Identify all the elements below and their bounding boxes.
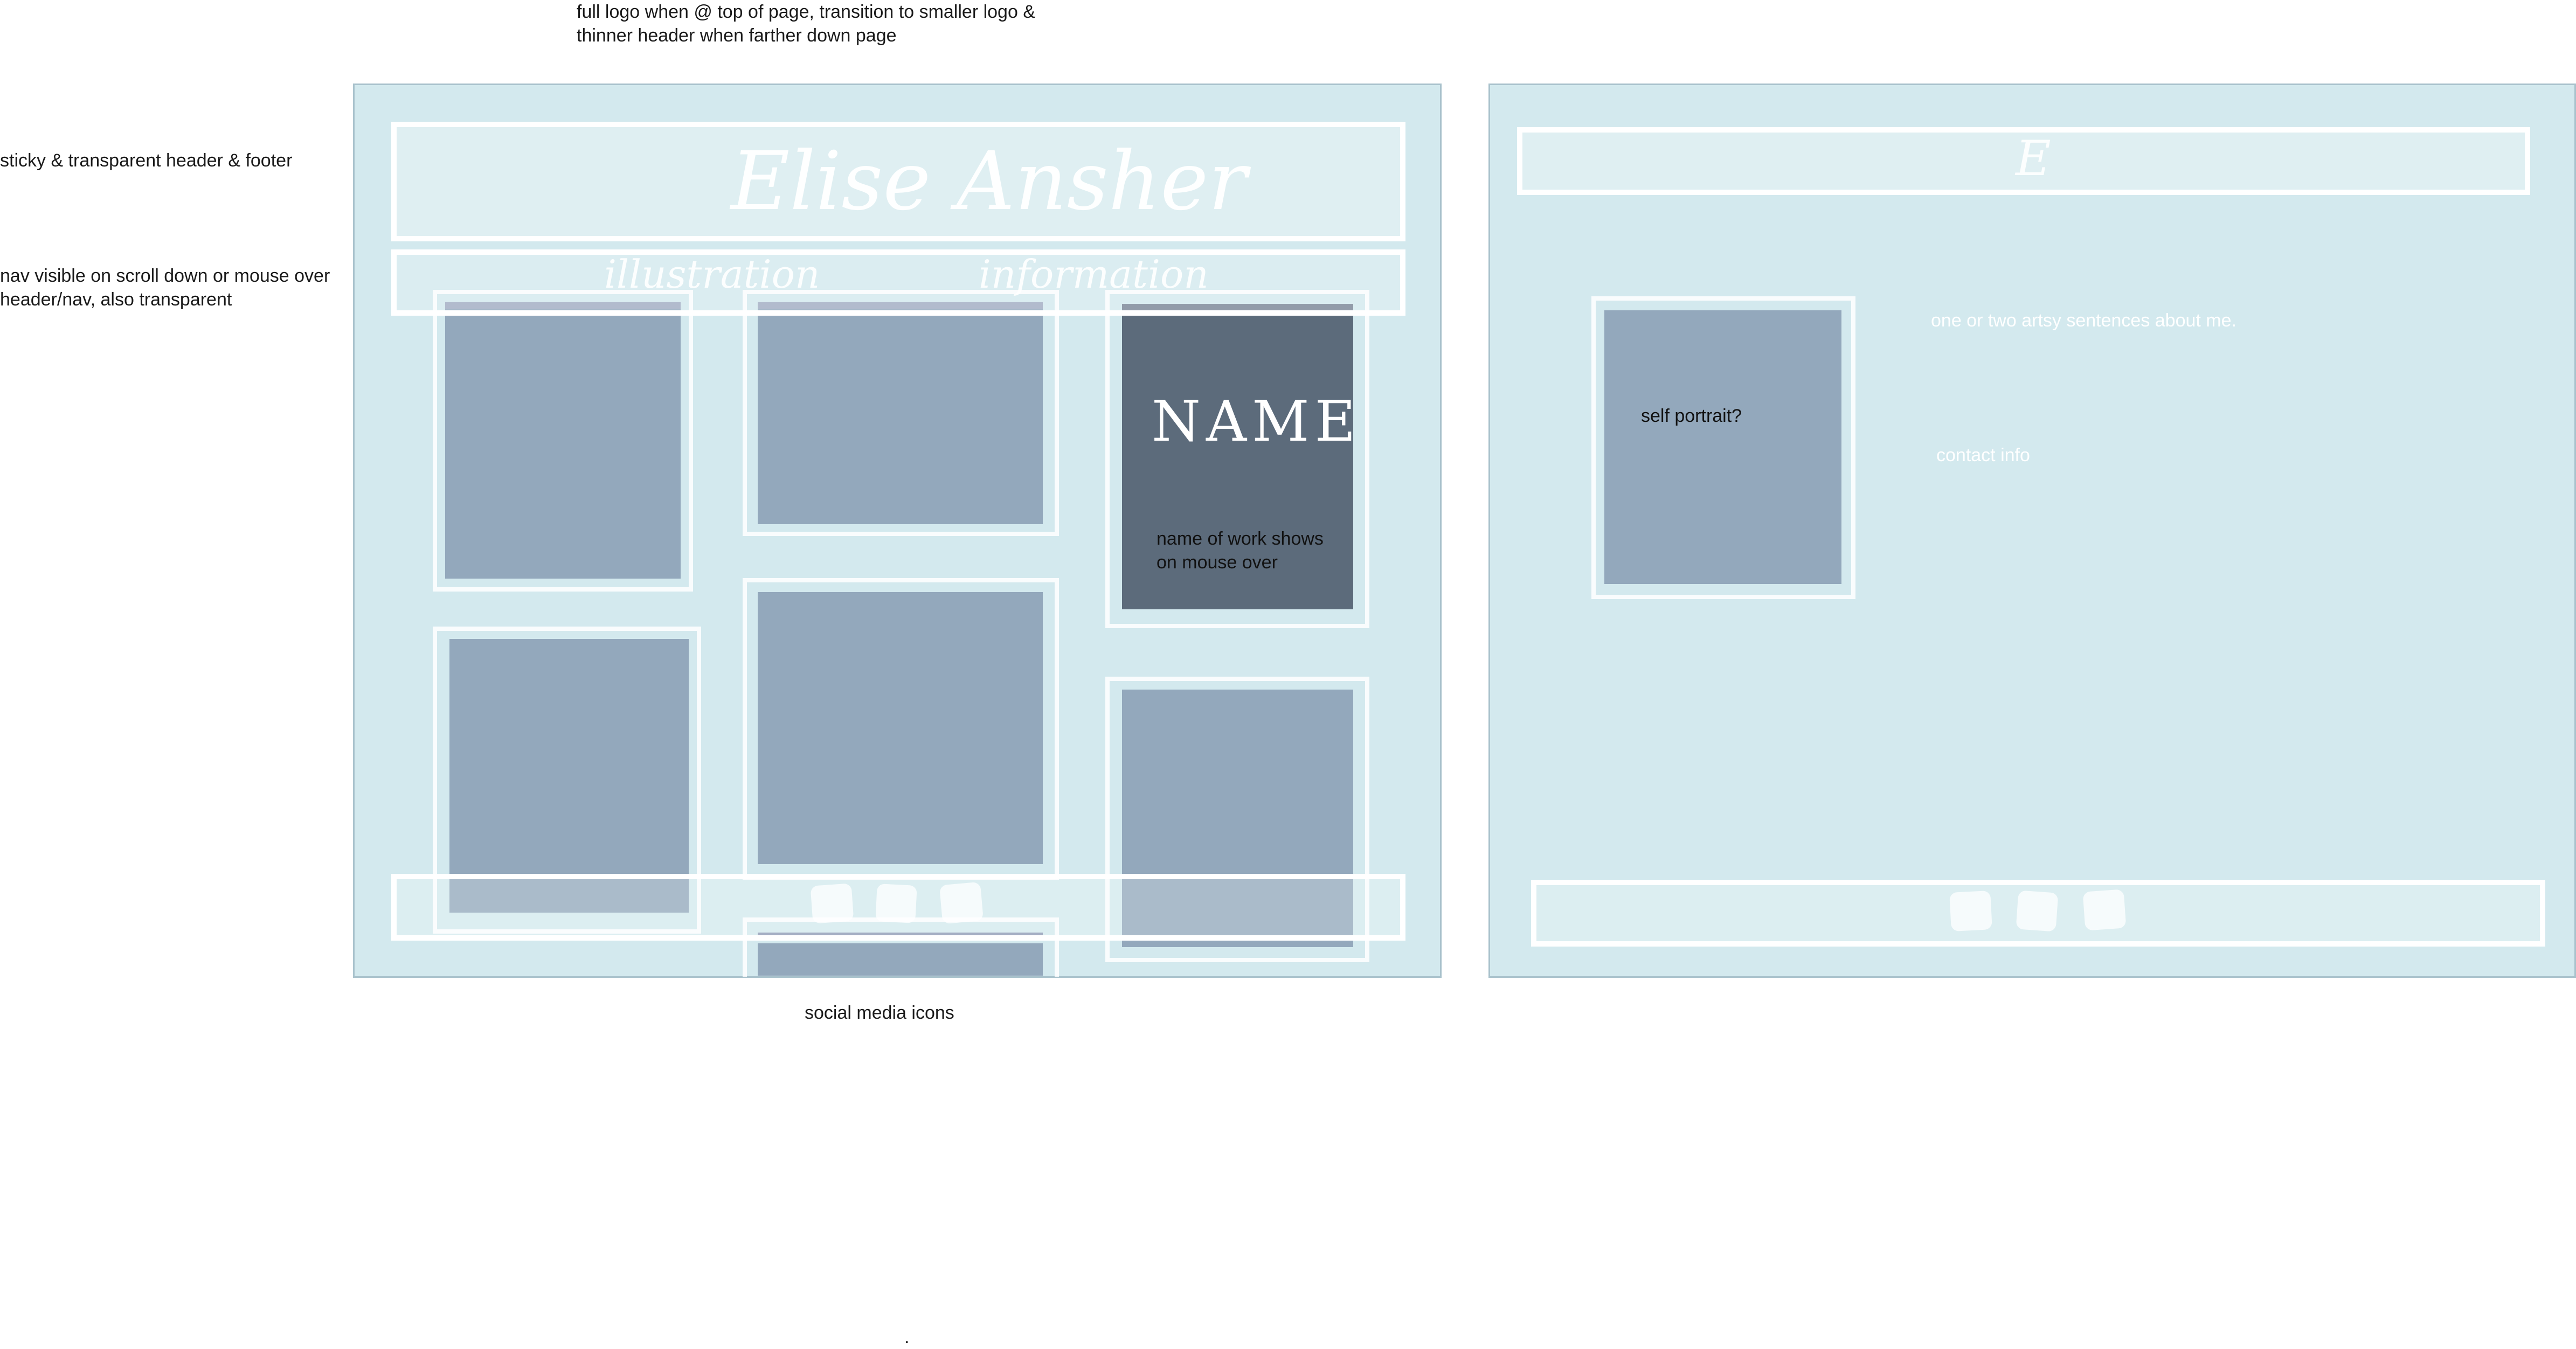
social-media-icon[interactable] — [939, 881, 984, 924]
about-text: one or two artsy sentences about me. — [1931, 310, 2236, 331]
artwork-frame-hovered[interactable]: NAME name of work shows on mouse over — [1105, 290, 1369, 628]
nav-link-illustration[interactable]: illustration — [604, 252, 820, 297]
hover-artwork-title: NAME — [1152, 388, 1361, 454]
artwork-thumbnail — [758, 943, 1043, 976]
social-media-icon[interactable] — [810, 883, 854, 924]
sticky-footer — [391, 874, 1405, 941]
hover-caption: name of work shows on mouse over — [1157, 529, 1324, 573]
artwork-thumbnail — [445, 305, 681, 579]
sticky-header-compact: E — [1517, 127, 2530, 195]
stray-dot: . — [904, 1327, 910, 1347]
self-portrait-placeholder — [1604, 310, 1841, 584]
sticky-header: Elise Ansher — [391, 122, 1405, 241]
artwork-thumbnail — [758, 592, 1043, 864]
social-media-icon[interactable] — [875, 884, 917, 923]
contact-info[interactable]: contact info — [1936, 445, 2152, 466]
nav-link-information[interactable]: information — [979, 252, 1209, 297]
artwork-frame[interactable] — [743, 578, 1059, 880]
nav-note: nav visible on scroll down or mouse over… — [0, 266, 330, 310]
site-logo-small[interactable]: E — [2016, 130, 2051, 187]
self-portrait-label: self portrait? — [1641, 406, 1742, 426]
artwork-frame[interactable] — [743, 290, 1059, 536]
gallery-page-mockup: NAME name of work shows on mouse over El… — [353, 84, 1442, 978]
social-media-icon[interactable] — [1949, 891, 1992, 931]
artwork-thumbnail — [449, 639, 689, 913]
sticky-footer — [1531, 880, 2545, 947]
site-nav: illustration information — [391, 249, 1405, 316]
social-media-icon[interactable] — [2082, 889, 2127, 931]
info-page-mockup: E self portrait? one or two artsy senten… — [1488, 84, 2576, 978]
artwork-frame[interactable] — [433, 290, 693, 592]
social-media-note: social media icons — [805, 1003, 954, 1023]
logo-note: full logo when @ top of page, transition… — [577, 2, 1035, 46]
site-logo-full[interactable]: Elise Ansher — [731, 135, 1247, 228]
artwork-thumbnail — [758, 305, 1043, 524]
social-media-icon[interactable] — [2016, 890, 2059, 932]
sticky-header-note: sticky & transparent header & footer — [0, 150, 293, 171]
self-portrait-frame: self portrait? — [1591, 296, 1855, 599]
